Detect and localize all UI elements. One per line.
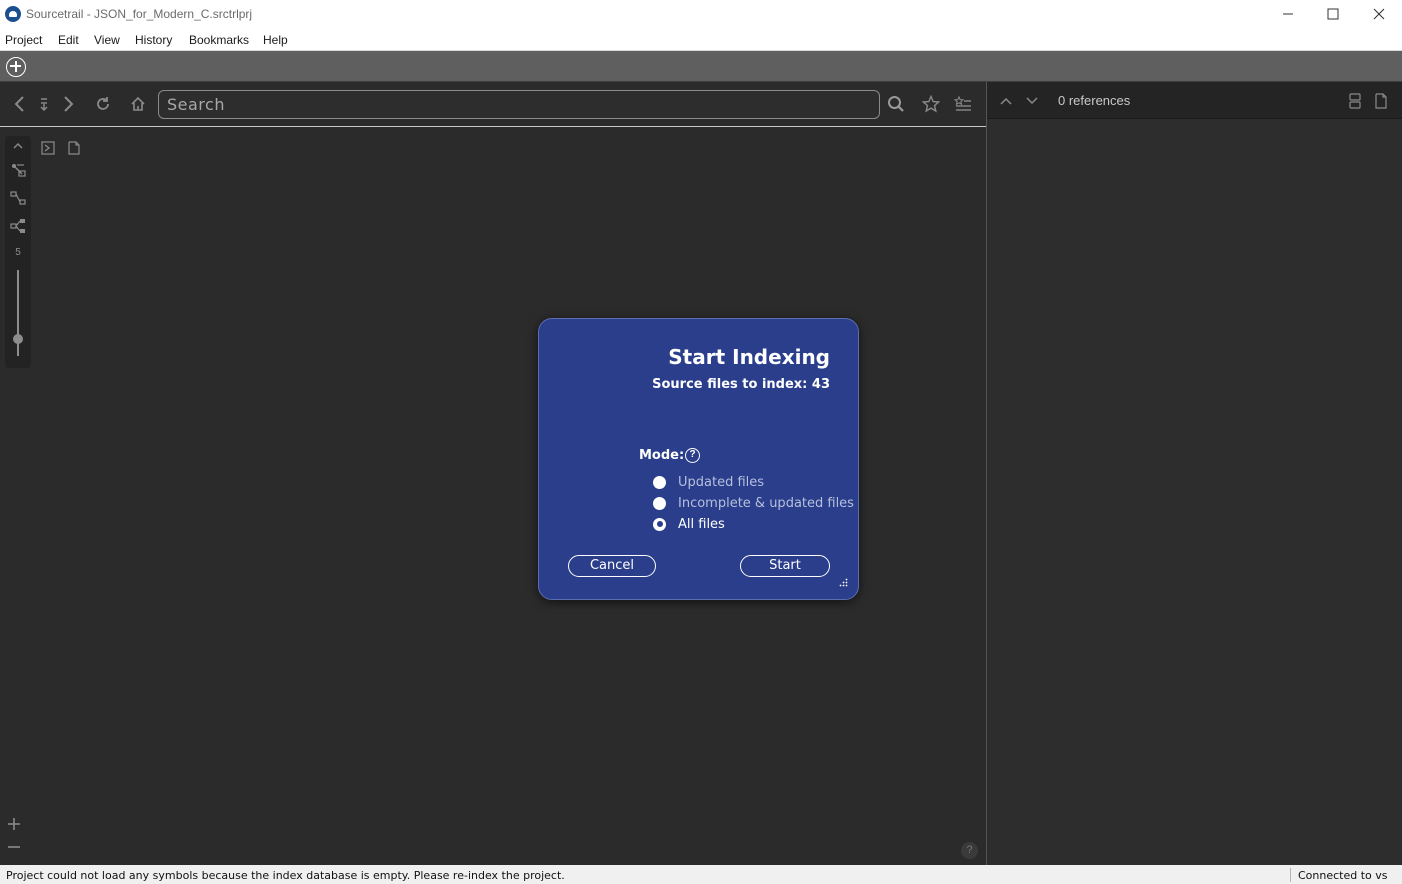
start-button[interactable]: Start bbox=[740, 555, 830, 577]
radio-all-files[interactable] bbox=[653, 517, 666, 531]
document-icon bbox=[68, 141, 80, 155]
cancel-button[interactable]: Cancel bbox=[568, 555, 656, 577]
trail-callees-button[interactable] bbox=[8, 216, 28, 236]
chevron-up-icon bbox=[1000, 97, 1012, 105]
menu-view[interactable]: View bbox=[94, 33, 120, 47]
radio-label: All files bbox=[678, 516, 725, 532]
menu-edit[interactable]: Edit bbox=[58, 33, 79, 47]
code-panel: 0 references bbox=[986, 82, 1402, 865]
search-input[interactable] bbox=[167, 94, 867, 115]
trail-callers-button[interactable] bbox=[8, 188, 28, 208]
trail-callees-icon bbox=[10, 219, 25, 233]
previous-reference-button[interactable] bbox=[995, 90, 1017, 112]
search-button[interactable] bbox=[883, 91, 909, 117]
status-bar: Project could not load any symbols becau… bbox=[0, 865, 1402, 884]
menu-bar: Project Edit View History Bookmarks Help bbox=[0, 28, 1402, 51]
dialog-subtitle: Source files to index: 43 bbox=[652, 377, 830, 392]
radio-label: Incomplete & updated files bbox=[678, 495, 854, 511]
zoom-in-button[interactable] bbox=[4, 814, 24, 834]
graph-toolbar: 5 bbox=[5, 136, 31, 368]
snippet-mode-button[interactable] bbox=[1344, 90, 1366, 112]
back-button[interactable] bbox=[7, 91, 33, 117]
star-icon bbox=[922, 95, 940, 113]
snippet-list-icon bbox=[1349, 93, 1361, 109]
save-graph-button[interactable] bbox=[64, 138, 84, 158]
radio-incomplete-files[interactable] bbox=[653, 496, 666, 510]
radio-label: Updated files bbox=[678, 474, 765, 490]
connection-status: Connected to vs bbox=[1298, 869, 1388, 882]
mode-option-all[interactable]: All files bbox=[653, 515, 725, 533]
minimize-button[interactable] bbox=[1265, 0, 1311, 28]
trail-callers-icon bbox=[10, 191, 26, 205]
mode-label: Mode: bbox=[639, 448, 685, 463]
minimize-icon bbox=[1283, 13, 1293, 15]
references-count: 0 references bbox=[1058, 93, 1131, 108]
graph-help-icon[interactable]: ? bbox=[961, 842, 978, 859]
dialog-title: Start Indexing bbox=[668, 345, 830, 369]
mode-option-incomplete[interactable]: Incomplete & updated files bbox=[653, 494, 854, 512]
maximize-button[interactable] bbox=[1310, 0, 1356, 28]
chevron-left-icon bbox=[14, 96, 24, 112]
references-header: 0 references bbox=[987, 82, 1402, 119]
depth-value: 5 bbox=[15, 247, 21, 258]
menu-history[interactable]: History bbox=[135, 33, 172, 47]
bookmark-manager-button[interactable] bbox=[950, 91, 976, 117]
file-icon bbox=[1375, 93, 1387, 109]
collapse-toolbar-button[interactable] bbox=[8, 136, 28, 156]
expand-graph-button[interactable] bbox=[38, 138, 58, 158]
maximize-icon bbox=[1327, 8, 1339, 20]
custom-trail-icon bbox=[12, 164, 26, 177]
chevron-down-icon bbox=[1026, 97, 1038, 105]
mode-help-icon[interactable]: ? bbox=[685, 448, 700, 463]
status-message: Project could not load any symbols becau… bbox=[6, 869, 565, 882]
window-title: Sourcetrail - JSON_for_Modern_C.srctrlpr… bbox=[26, 7, 253, 21]
start-indexing-dialog: Start Indexing Source files to index: 43… bbox=[538, 318, 859, 600]
minus-icon bbox=[8, 846, 20, 848]
resize-grip-icon[interactable] bbox=[839, 578, 848, 587]
forward-button[interactable] bbox=[55, 91, 81, 117]
custom-trail-button[interactable] bbox=[8, 160, 28, 180]
title-bar: Sourcetrail - JSON_for_Modern_C.srctrlpr… bbox=[0, 0, 1402, 28]
bookmark-button[interactable] bbox=[918, 91, 944, 117]
menu-bookmarks[interactable]: Bookmarks bbox=[189, 33, 249, 47]
status-divider bbox=[1290, 868, 1291, 882]
refresh-button[interactable] bbox=[90, 91, 116, 117]
history-list-button[interactable] bbox=[31, 91, 57, 117]
chevron-up-icon bbox=[13, 143, 23, 149]
zoom-out-button[interactable] bbox=[4, 837, 24, 857]
close-icon bbox=[1373, 8, 1385, 20]
depth-slider-handle[interactable] bbox=[13, 334, 23, 344]
next-reference-button[interactable] bbox=[1021, 90, 1043, 112]
radio-updated-files[interactable] bbox=[653, 475, 666, 489]
file-mode-button[interactable] bbox=[1370, 90, 1392, 112]
home-icon bbox=[131, 96, 145, 111]
plus-icon bbox=[8, 818, 20, 830]
chevron-right-icon bbox=[64, 96, 74, 112]
history-list-icon bbox=[40, 98, 48, 112]
close-window-button[interactable] bbox=[1356, 0, 1402, 28]
menu-help[interactable]: Help bbox=[263, 33, 288, 47]
mode-option-updated[interactable]: Updated files bbox=[653, 473, 764, 491]
home-button[interactable] bbox=[125, 91, 151, 117]
menu-project[interactable]: Project bbox=[5, 33, 42, 47]
search-toolbar bbox=[0, 82, 986, 127]
bookmark-list-icon bbox=[954, 95, 971, 111]
expand-icon bbox=[41, 141, 55, 155]
search-field[interactable] bbox=[158, 90, 880, 119]
search-icon bbox=[888, 96, 904, 112]
tab-strip bbox=[0, 51, 1402, 82]
add-tab-icon[interactable] bbox=[6, 57, 26, 77]
refresh-icon bbox=[97, 97, 109, 110]
sourcetrail-logo-icon bbox=[5, 6, 21, 22]
